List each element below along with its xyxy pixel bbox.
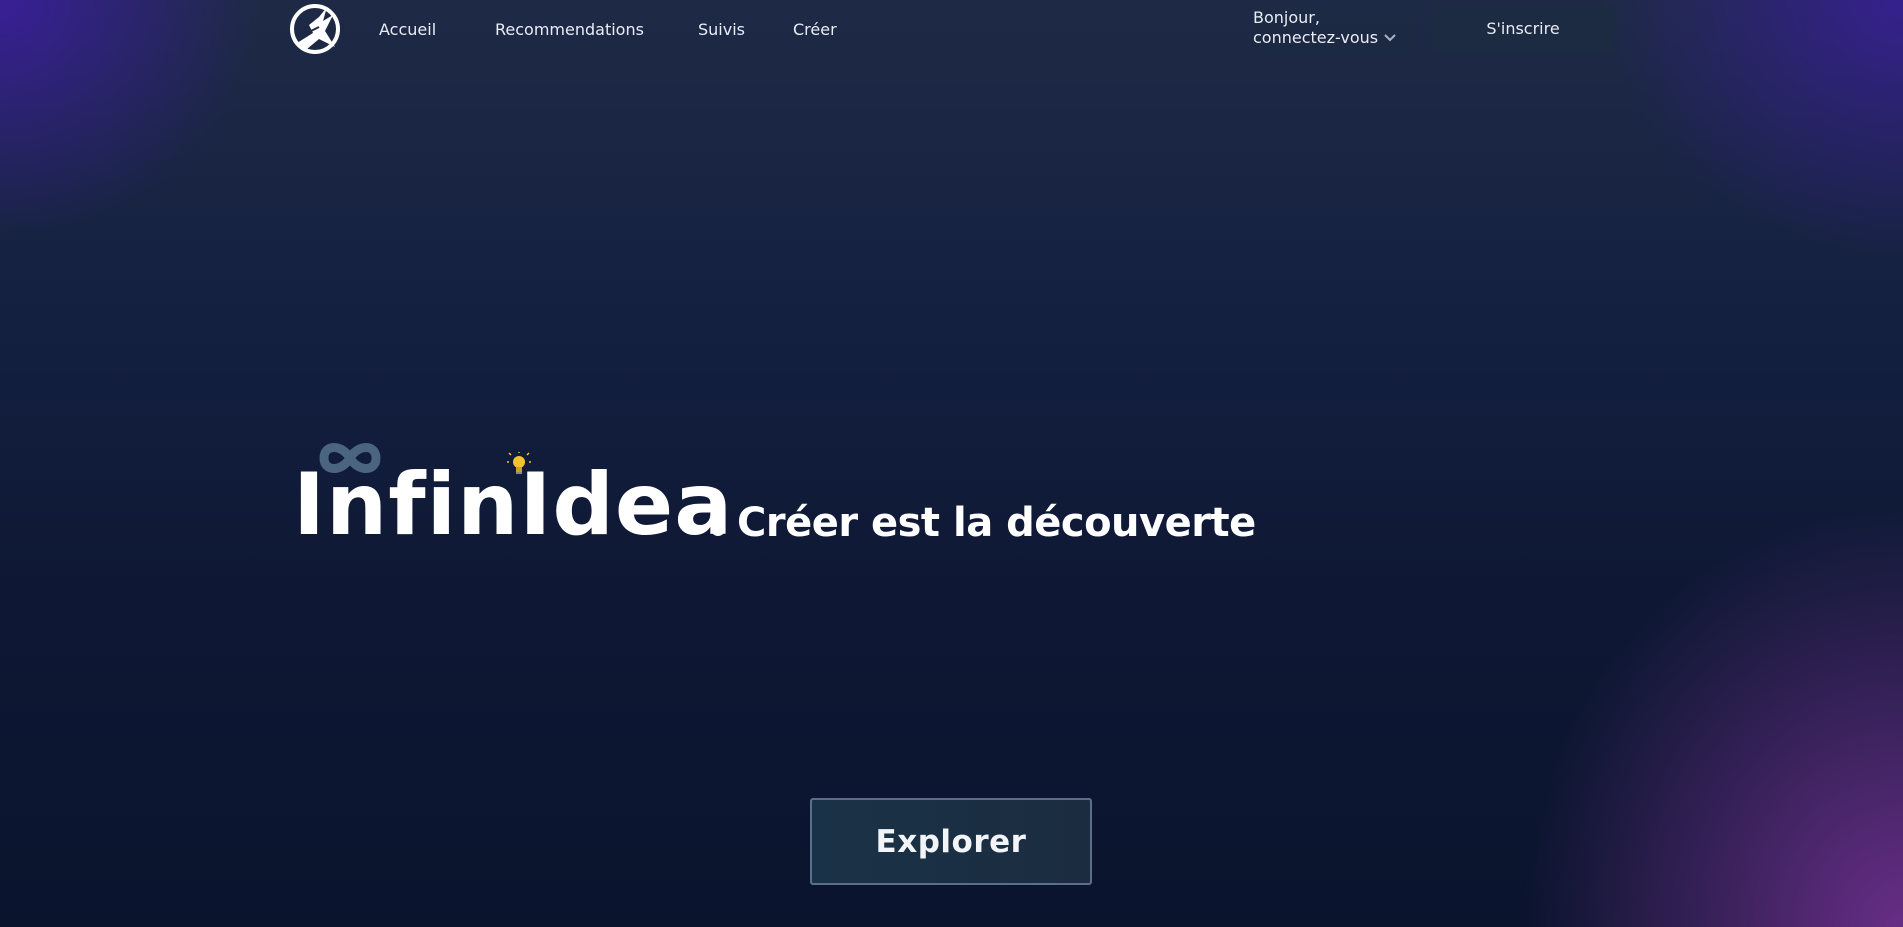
signup-button[interactable]: S'inscrire xyxy=(1433,5,1613,52)
greeting-line-1: Bonjour, xyxy=(1253,8,1320,27)
hero-section: InfinIdea Créer est la découverte xyxy=(293,440,1273,560)
site-logo[interactable] xyxy=(289,3,341,55)
account-menu[interactable]: Bonjour, connectez-vous xyxy=(1253,8,1421,52)
separator-dot xyxy=(711,522,725,536)
nav-link-following[interactable]: Suivis xyxy=(698,20,745,39)
nav-link-create[interactable]: Créer xyxy=(793,20,837,39)
brand-name: InfinIdea xyxy=(293,455,734,555)
top-navigation: Accueil Recommendations Suivis Créer Bon… xyxy=(0,0,1903,60)
greeting-line-2: connectez-vous xyxy=(1253,28,1379,47)
nav-link-home[interactable]: Accueil xyxy=(379,20,436,39)
explore-button[interactable]: Explorer xyxy=(810,798,1092,885)
nav-link-recommendations[interactable]: Recommendations xyxy=(495,20,644,39)
chevron-down-icon xyxy=(1384,34,1396,42)
hero-tagline: Créer est la découverte xyxy=(737,500,1256,546)
